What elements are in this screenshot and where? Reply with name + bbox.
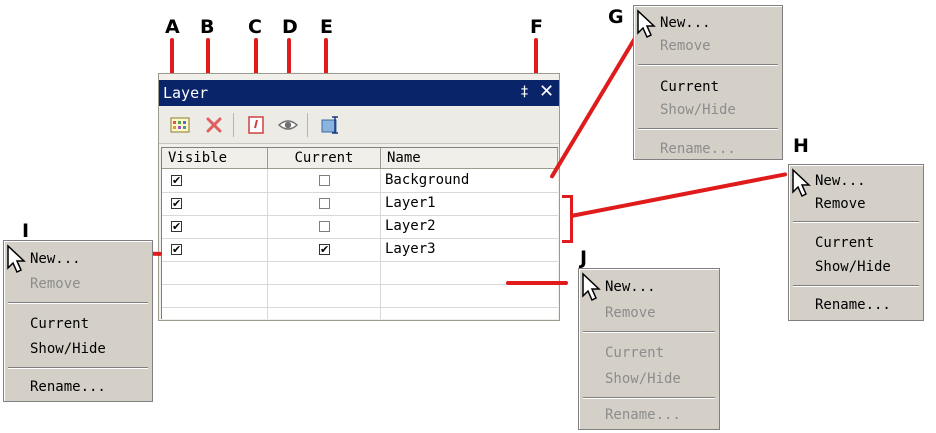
menu-item-current[interactable]: Current — [30, 316, 89, 332]
new-layer-icon[interactable] — [169, 114, 191, 136]
panel-titlebar[interactable]: Layer ‡ ✕ — [159, 80, 559, 106]
menu-separator — [793, 285, 919, 287]
column-header-name[interactable]: Name — [381, 148, 558, 169]
callout-c: C — [248, 16, 262, 38]
rename-icon[interactable] — [319, 114, 341, 136]
row-divider — [162, 284, 558, 285]
panel-title: Layer — [163, 84, 209, 102]
layer-panel: Layer ‡ ✕ Visible Current Name ✔ Backgro… — [158, 73, 560, 321]
column-header-current[interactable]: Current — [268, 148, 381, 169]
row-divider — [162, 215, 558, 216]
current-checkbox[interactable]: ✔ — [319, 244, 330, 255]
callout-d: D — [282, 16, 298, 38]
visible-checkbox[interactable]: ✔ — [171, 198, 182, 209]
leader-g — [549, 28, 642, 180]
callout-f: F — [530, 16, 543, 38]
cursor-icon — [582, 272, 601, 302]
cursor-icon — [792, 168, 811, 198]
menu-separator — [8, 367, 148, 369]
toolbar-separator — [233, 113, 234, 137]
set-current-icon[interactable] — [245, 114, 267, 136]
row-divider — [162, 261, 558, 262]
panel-toolbar — [159, 107, 559, 144]
layer-name: Layer3 — [385, 241, 436, 257]
context-menu-g: New... Remove Current Show/Hide Rename..… — [633, 5, 783, 160]
menu-item-rename[interactable]: Rename... — [605, 407, 681, 423]
visible-checkbox[interactable]: ✔ — [171, 244, 182, 255]
menu-item-remove[interactable]: Remove — [815, 196, 866, 212]
menu-separator — [638, 128, 778, 130]
context-menu-h: New... Remove Current Show/Hide Rename..… — [788, 164, 924, 321]
menu-separator — [583, 331, 715, 333]
menu-item-current[interactable]: Current — [605, 345, 664, 361]
visible-checkbox[interactable]: ✔ — [171, 221, 182, 232]
column-header-visible[interactable]: Visible — [162, 148, 268, 169]
menu-item-show-hide[interactable]: Show/Hide — [605, 371, 681, 387]
bracket-h — [562, 195, 573, 243]
current-checkbox[interactable] — [319, 221, 330, 232]
menu-item-current[interactable]: Current — [815, 235, 874, 251]
callout-b: B — [200, 16, 215, 38]
menu-item-show-hide[interactable]: Show/Hide — [30, 341, 106, 357]
layer-name: Layer2 — [385, 218, 436, 234]
layer-name: Layer1 — [385, 195, 436, 211]
menu-separator — [583, 397, 715, 399]
leader-j — [506, 281, 568, 285]
callout-e: E — [320, 16, 333, 38]
cursor-icon — [637, 9, 656, 39]
menu-separator — [793, 221, 919, 223]
callout-g: G — [608, 6, 624, 28]
leader-h — [570, 172, 788, 218]
layer-name: Background — [385, 172, 470, 188]
current-checkbox[interactable] — [319, 175, 330, 186]
current-checkbox[interactable] — [319, 198, 330, 209]
callout-a: A — [165, 16, 180, 38]
remove-layer-icon[interactable] — [203, 114, 225, 136]
callout-j: J — [580, 247, 588, 269]
row-divider — [162, 307, 558, 308]
menu-item-rename[interactable]: Rename... — [815, 297, 891, 313]
menu-item-remove[interactable]: Remove — [605, 305, 656, 321]
row-divider — [162, 238, 558, 239]
menu-item-new[interactable]: New... — [605, 279, 656, 295]
menu-item-rename[interactable]: Rename... — [660, 141, 736, 157]
menu-item-remove[interactable]: Remove — [30, 276, 81, 292]
visible-checkbox[interactable]: ✔ — [171, 175, 182, 186]
menu-separator — [8, 302, 148, 304]
toolbar-separator — [307, 113, 308, 137]
menu-item-show-hide[interactable]: Show/Hide — [815, 259, 891, 275]
cursor-icon — [7, 244, 26, 274]
context-menu-j: New... Remove Current Show/Hide Rename..… — [578, 268, 720, 430]
menu-item-new[interactable]: New... — [30, 251, 81, 267]
callout-i: I — [22, 220, 30, 242]
menu-item-show-hide[interactable]: Show/Hide — [660, 102, 736, 118]
layer-grid: Visible Current Name ✔ Background ✔ Laye… — [161, 147, 558, 319]
menu-item-rename[interactable]: Rename... — [30, 379, 106, 395]
pin-icon[interactable]: ‡ — [521, 84, 528, 100]
menu-item-remove[interactable]: Remove — [660, 38, 711, 54]
menu-item-new[interactable]: New... — [815, 173, 866, 189]
close-icon[interactable]: ✕ — [539, 81, 554, 102]
context-menu-i: New... Remove Current Show/Hide Rename..… — [3, 240, 153, 402]
callout-h: H — [793, 135, 809, 157]
row-divider — [162, 192, 558, 193]
menu-separator — [638, 64, 778, 66]
show-hide-icon[interactable] — [277, 114, 299, 136]
menu-item-new[interactable]: New... — [660, 15, 711, 31]
menu-item-current[interactable]: Current — [660, 79, 719, 95]
